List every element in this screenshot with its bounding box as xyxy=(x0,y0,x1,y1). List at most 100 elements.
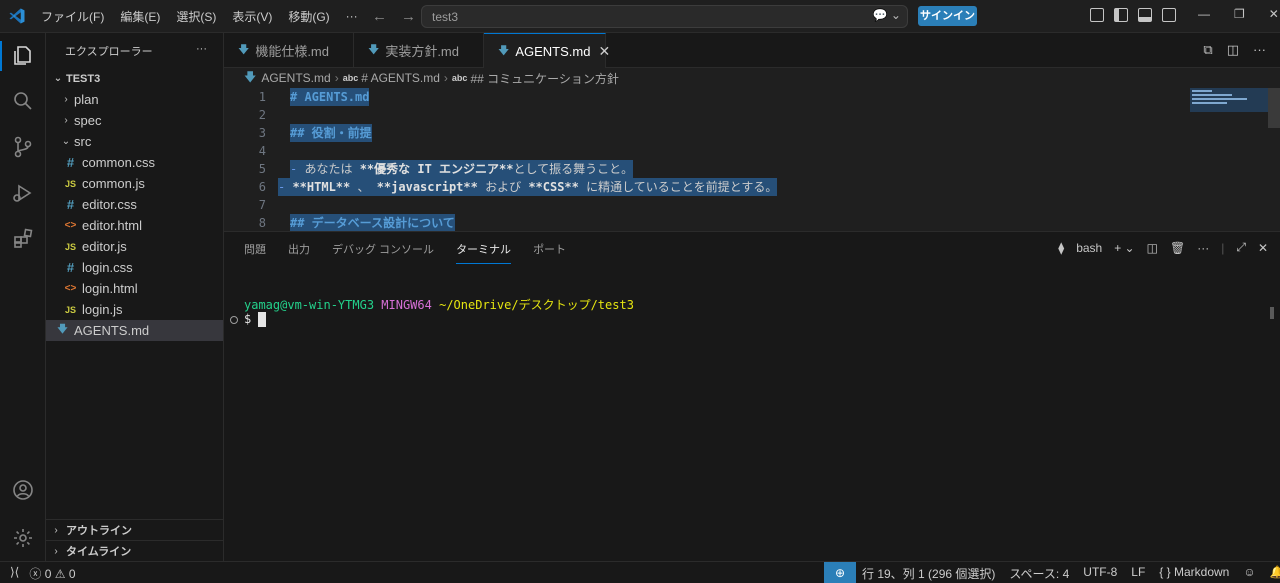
cursor-position[interactable]: 行 19、列 1 (296 個選択) xyxy=(862,565,995,582)
tab-jissou-houshin[interactable]: 🡇 実装方針.md xyxy=(354,33,484,68)
error-icon: ⓧ xyxy=(29,567,42,581)
breadcrumb-h2[interactable]: ## コミュニケーション方針 xyxy=(470,70,618,87)
activity-bar xyxy=(0,33,46,561)
toggle-secondary-sidebar-icon[interactable] xyxy=(1162,8,1176,22)
tab-output[interactable]: 出力 xyxy=(288,241,310,264)
tab-terminal[interactable]: ターミナル xyxy=(456,241,512,264)
tab-debug-console[interactable]: デバッグ コンソール xyxy=(332,241,434,264)
code-line: 1 # AGENTS.md xyxy=(224,88,1224,106)
css-file-icon: # xyxy=(66,155,75,170)
toggle-panel-icon[interactable] xyxy=(1138,8,1152,22)
markdown-file-icon: 🡇 xyxy=(368,44,380,56)
editor-tabs: 🡇 機能仕様.md 🡇 実装方針.md 🡇 AGENTS.md ✕ ⧉ ◫ ··… xyxy=(224,33,1280,68)
terminal-shell-label[interactable]: bash xyxy=(1076,241,1102,255)
file-editor-html[interactable]: <> editor.html xyxy=(46,215,223,236)
file-common-js[interactable]: JS common.js xyxy=(46,173,223,194)
problems-status[interactable]: ⓧ 0 ⚠ 0 xyxy=(29,565,75,582)
file-label: AGENTS.md xyxy=(74,323,150,338)
search-icon[interactable] xyxy=(8,86,38,116)
menu-go[interactable]: 移動(G) xyxy=(280,8,337,25)
close-window-icon[interactable]: ✕ xyxy=(1269,7,1279,21)
file-login-css[interactable]: # login.css xyxy=(46,257,223,278)
folder-src[interactable]: ⌄ src xyxy=(46,131,223,152)
line-number: 7 xyxy=(258,198,266,212)
remote-icon[interactable]: ⟩⟨ xyxy=(10,565,19,582)
tab-ports[interactable]: ポート xyxy=(533,241,566,264)
tab-agents-md[interactable]: 🡇 AGENTS.md ✕ xyxy=(484,33,610,68)
split-terminal-icon[interactable]: ◫ xyxy=(1147,241,1158,255)
line-number: 2 xyxy=(258,108,266,122)
new-terminal-icon[interactable]: + ⌄ xyxy=(1114,241,1134,255)
file-common-css[interactable]: # common.css xyxy=(46,152,223,173)
editor-area[interactable]: 1 # AGENTS.md 2 3 ## 役割・前提 4 5 - あなたは **… xyxy=(224,88,1280,231)
language-mode[interactable]: { } Markdown xyxy=(1159,565,1229,582)
breadcrumb-file[interactable]: AGENTS.md xyxy=(261,71,330,85)
js-file-icon: JS xyxy=(64,241,76,252)
tab-kinou-shiyou[interactable]: 🡇 機能仕様.md xyxy=(224,33,354,68)
more-actions-icon[interactable]: ··· xyxy=(1197,241,1209,255)
menu-view[interactable]: 表示(V) xyxy=(224,8,280,25)
file-login-js[interactable]: JS login.js xyxy=(46,299,223,320)
end-of-line[interactable]: LF xyxy=(1131,565,1145,582)
menu-file[interactable]: ファイル(F) xyxy=(33,8,112,25)
more-actions-icon[interactable]: ··· xyxy=(1253,42,1266,58)
folder-spec[interactable]: › spec xyxy=(46,110,223,131)
html-file-icon: <> xyxy=(64,283,77,294)
file-label: editor.js xyxy=(82,239,127,254)
back-arrow-icon[interactable]: ← xyxy=(372,8,387,25)
folder-plan[interactable]: › plan xyxy=(46,89,223,110)
js-file-icon: JS xyxy=(64,304,76,315)
close-tab-icon[interactable]: ✕ xyxy=(598,43,610,60)
active-indicator xyxy=(0,41,2,71)
workspace-root[interactable]: ⌄ TEST3 xyxy=(46,68,223,89)
maximize-panel-icon[interactable]: ⤢ xyxy=(1236,240,1246,255)
run-debug-icon[interactable] xyxy=(8,178,38,208)
symbol-string-icon: abc xyxy=(451,73,468,83)
file-agents-md[interactable]: 🡇 AGENTS.md xyxy=(46,320,223,341)
indentation[interactable]: スペース: 4 xyxy=(1009,565,1069,582)
encoding[interactable]: UTF-8 xyxy=(1083,565,1117,582)
prompt-path: ~/OneDrive/デスクトップ/test3 xyxy=(439,298,634,312)
toggle-primary-sidebar-icon[interactable] xyxy=(1114,8,1128,22)
text-run: に精通していることを前提とする。 xyxy=(578,180,778,194)
terminal-input-line[interactable]: $ xyxy=(244,312,267,327)
customize-layout-icon[interactable] xyxy=(1090,8,1104,22)
menu-more[interactable]: ··· xyxy=(338,9,366,23)
notifications-bell-icon[interactable]: 🔔 xyxy=(1270,565,1280,582)
line-text: ## 役割・前提 xyxy=(290,124,372,142)
source-control-icon[interactable] xyxy=(8,132,38,162)
code-line: 2 xyxy=(224,106,1224,124)
menu-selection[interactable]: 選択(S) xyxy=(168,8,224,25)
open-preview-icon[interactable]: ⧉ xyxy=(1203,42,1212,58)
outline-section[interactable]: › アウトライン xyxy=(46,519,224,540)
close-panel-icon[interactable]: ✕ xyxy=(1258,241,1268,255)
timeline-section[interactable]: › タイムライン xyxy=(46,540,224,561)
terminal-scrollbar[interactable] xyxy=(1270,307,1274,319)
copilot-icon[interactable]: ☺ xyxy=(1243,565,1255,582)
split-editor-icon[interactable]: ◫ xyxy=(1227,42,1239,58)
error-count: 0 xyxy=(44,567,52,581)
breadcrumb-h1[interactable]: # AGENTS.md xyxy=(361,71,440,85)
file-editor-js[interactable]: JS editor.js xyxy=(46,236,223,257)
explorer-icon[interactable] xyxy=(8,41,38,71)
tab-problems[interactable]: 問題 xyxy=(244,241,266,264)
kill-terminal-icon[interactable]: 🗑 xyxy=(1170,241,1185,255)
zoom-icon[interactable]: ⊕ xyxy=(824,562,856,583)
workspace-root-label: TEST3 xyxy=(66,72,101,85)
signin-button[interactable]: サインイン xyxy=(918,6,977,26)
command-decoration-icon[interactable] xyxy=(230,316,238,324)
copilot-chat-icon[interactable]: 💬 ⌄ xyxy=(873,8,901,22)
command-center-search[interactable]: test3 💬 ⌄ xyxy=(421,5,908,28)
minimize-icon[interactable]: — xyxy=(1198,7,1210,21)
tab-label: AGENTS.md xyxy=(515,43,591,59)
restore-icon[interactable]: ❐ xyxy=(1234,7,1245,21)
file-editor-css[interactable]: # editor.css xyxy=(46,194,223,215)
forward-arrow-icon[interactable]: → xyxy=(401,8,416,25)
extensions-icon[interactable] xyxy=(8,224,38,254)
file-login-html[interactable]: <> login.html xyxy=(46,278,223,299)
settings-gear-icon[interactable] xyxy=(8,523,38,553)
explorer-more-icon[interactable]: ··· xyxy=(196,43,207,55)
menu-edit[interactable]: 編集(E) xyxy=(112,8,168,25)
account-icon[interactable] xyxy=(8,475,38,505)
editor-scrollbar[interactable] xyxy=(1268,88,1280,128)
